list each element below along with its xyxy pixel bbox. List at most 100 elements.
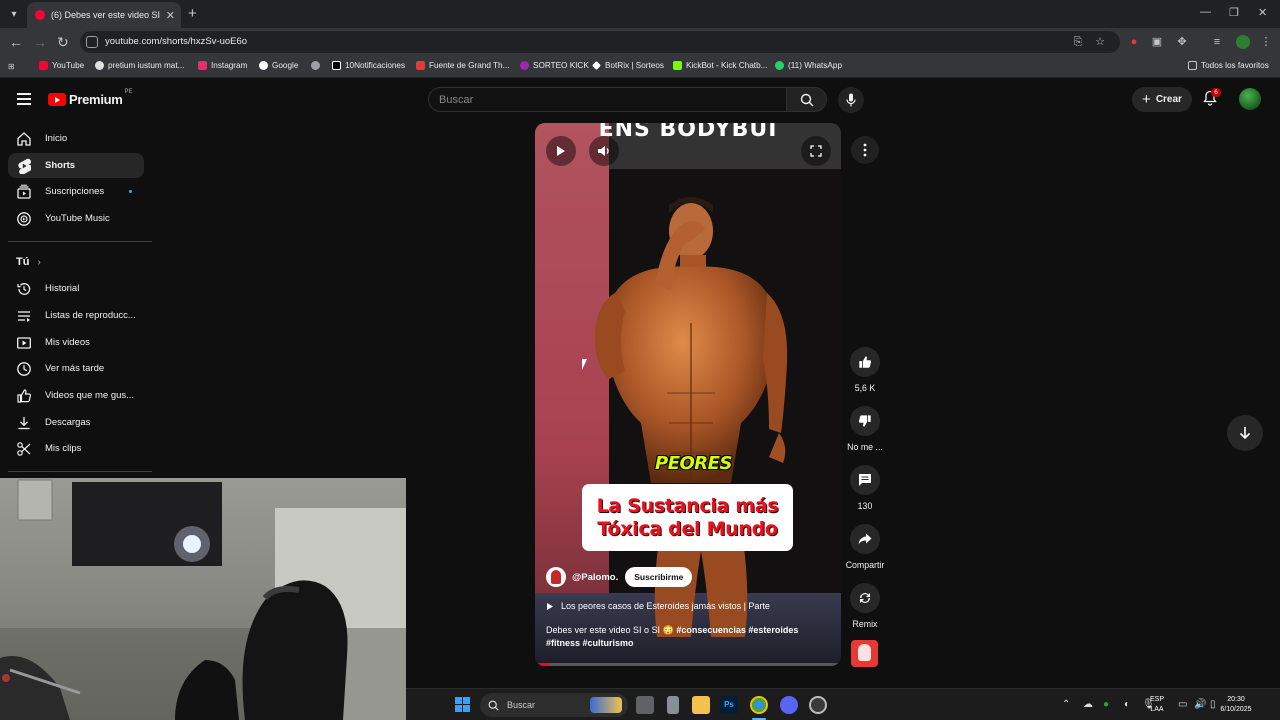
account-avatar[interactable] — [1239, 88, 1261, 110]
watch-later-icon — [15, 360, 33, 378]
apps-grid-icon[interactable]: ⊞ — [8, 61, 15, 71]
chrome-menu-icon[interactable]: ⋮ — [1260, 36, 1272, 48]
bookmark-instagram[interactable]: Instagram — [198, 61, 247, 70]
tray-app-icon[interactable]: ● — [1103, 699, 1109, 710]
play-button[interactable] — [546, 136, 576, 166]
bookmark-kickbot[interactable]: KickBot - Kick Chatb... — [673, 61, 767, 70]
extension-icon[interactable]: ▣ — [1151, 36, 1163, 48]
volume-icon[interactable]: 🔊 — [1194, 699, 1206, 710]
remix-button[interactable]: Remix — [844, 583, 886, 629]
media-control-icon[interactable]: ≡ — [1211, 36, 1223, 48]
profile-avatar[interactable] — [1236, 35, 1250, 49]
fullscreen-button[interactable] — [801, 136, 831, 166]
file-explorer-icon[interactable] — [692, 696, 710, 714]
taskbar-app-icon[interactable] — [667, 696, 679, 714]
extension-red-icon[interactable]: ● — [1128, 36, 1140, 48]
comments-button[interactable]: 130 — [844, 465, 886, 511]
video-progress-bar[interactable] — [535, 663, 841, 666]
youtube-logo[interactable]: Premium PE — [48, 89, 133, 107]
channel-name[interactable]: @Palomo. — [572, 572, 618, 583]
sidebar-item-label: Suscripciones — [45, 186, 105, 197]
sidebar-item-videos-que-me-gustan[interactable]: Videos que me gus... — [8, 383, 144, 408]
search-button[interactable] — [786, 87, 827, 112]
sidebar-you-heading[interactable]: Tú › — [16, 256, 41, 268]
clock[interactable]: 20:30 6/10/2025 — [1212, 695, 1260, 715]
channel-avatar[interactable] — [546, 567, 566, 587]
notifications-button[interactable]: 6 — [1203, 88, 1221, 108]
sidebar-item-inicio[interactable]: Inicio — [8, 126, 144, 151]
bookmark-globe[interactable] — [311, 61, 324, 70]
video-subject-figure — [594, 197, 788, 637]
create-button[interactable]: + Crear — [1132, 87, 1192, 112]
more-options-button[interactable] — [851, 136, 879, 164]
minimize-icon[interactable]: — — [1200, 6, 1211, 18]
discord-icon[interactable] — [780, 696, 798, 714]
photoshop-icon[interactable]: Ps — [720, 696, 738, 714]
sidebar-item-youtube-music[interactable]: YouTube Music — [8, 206, 144, 231]
short-video-player[interactable]: ENS BODYBUI PEORES La Sustancia más Tóxi… — [535, 123, 841, 666]
search-input[interactable] — [439, 92, 769, 108]
bookmark-botrix[interactable]: BotRix | Sorteos — [592, 61, 664, 70]
share-button[interactable]: Compartir — [844, 524, 886, 570]
bookmark-pretium[interactable]: pretium iustum mat... — [95, 61, 184, 70]
sidebar-item-historial[interactable]: Historial — [8, 276, 144, 301]
task-view-icon[interactable] — [636, 696, 654, 714]
reload-icon[interactable]: ↻ — [57, 34, 69, 50]
taskbar-search[interactable]: Buscar — [480, 693, 628, 717]
bookmark-google[interactable]: Google — [259, 61, 298, 70]
bookmark-favicon-icon — [520, 61, 529, 70]
windows-start-icon[interactable] — [455, 697, 470, 712]
back-icon[interactable]: ← — [9, 34, 23, 50]
new-tab-button[interactable]: + — [188, 5, 197, 23]
bookmark-fuente[interactable]: Fuente de Grand Th... — [416, 61, 509, 70]
bookmark-whatsapp[interactable]: (11) WhatsApp — [775, 61, 842, 70]
tab-search-button[interactable]: ▾ — [4, 4, 24, 24]
install-app-icon[interactable]: ⎘ — [1072, 36, 1084, 48]
sidebar-item-mis-clips[interactable]: Mis clips — [8, 436, 144, 461]
search-box — [428, 87, 787, 112]
sidebar-item-mis-videos[interactable]: Mis videos — [8, 330, 144, 355]
video-description[interactable]: Debes ver este video SI o SI 😳 #consecue… — [546, 624, 826, 650]
comments-count: 130 — [857, 501, 873, 511]
sound-thumbnail[interactable] — [851, 640, 878, 667]
language-indicator[interactable]: ESP LAA — [1150, 695, 1164, 715]
sidebar-item-listas[interactable]: Listas de reproducc... — [8, 303, 144, 328]
close-window-icon[interactable]: ✕ — [1258, 6, 1267, 19]
bookmark-10notificaciones[interactable]: 10Notificaciones — [332, 61, 405, 70]
dislike-button[interactable]: No me ... — [844, 406, 886, 452]
sidebar-item-label: Shorts — [45, 160, 76, 171]
address-bar[interactable]: youtube.com/shorts/hxzSv-uoE6o ⎘ ☆ — [80, 31, 1120, 53]
next-short-button[interactable] — [1227, 415, 1263, 451]
voice-search-button[interactable] — [838, 87, 864, 113]
sidebar-item-suscripciones[interactable]: Suscripciones — [8, 179, 144, 204]
volume-button[interactable] — [589, 136, 619, 166]
bookmark-youtube[interactable]: YouTube — [39, 61, 84, 70]
forward-icon[interactable]: → — [33, 34, 47, 50]
tray-app-icon[interactable]: ◐ — [1124, 699, 1130, 710]
taskbar-app-icon[interactable] — [809, 696, 827, 714]
bookmark-star-icon[interactable]: ☆ — [1094, 36, 1106, 48]
sidebar-item-shorts[interactable]: Shorts — [8, 153, 144, 178]
network-icon[interactable]: ▭ — [1178, 699, 1187, 710]
sidebar-item-ver-mas-tarde[interactable]: Ver más tarde — [8, 356, 144, 381]
search-icon — [488, 700, 499, 711]
browser-tab-active[interactable]: (6) Debes ver este video SI o SI ! ✕ — [27, 2, 181, 28]
onedrive-icon[interactable]: ☁ — [1083, 699, 1093, 710]
site-info-icon[interactable] — [86, 36, 98, 48]
webcam-overlay — [0, 478, 406, 720]
fullscreen-icon — [810, 145, 822, 157]
close-tab-icon[interactable]: ✕ — [166, 9, 175, 22]
extensions-puzzle-icon[interactable]: ✥ — [1176, 36, 1188, 48]
playlist-link[interactable]: Los peores casos de Esteroides jamás vis… — [546, 601, 770, 611]
chrome-icon[interactable] — [750, 696, 768, 714]
screen: ▾ (6) Debes ver este video SI o SI ! ✕ +… — [0, 0, 1280, 720]
show-hidden-icons[interactable]: ⌃ — [1062, 699, 1070, 710]
menu-icon[interactable] — [17, 93, 31, 108]
bookmark-sorteo-kick[interactable]: SORTEO KICK — [520, 61, 589, 70]
like-button[interactable]: 5,6 K — [844, 347, 886, 393]
sidebar-item-descargas[interactable]: Descargas — [8, 410, 144, 435]
restore-icon[interactable]: ❐ — [1229, 6, 1239, 19]
all-bookmarks[interactable]: Todos los favoritos — [1188, 61, 1269, 70]
subscribe-button[interactable]: Suscribirme — [625, 567, 693, 587]
sidebar-divider — [8, 241, 152, 242]
